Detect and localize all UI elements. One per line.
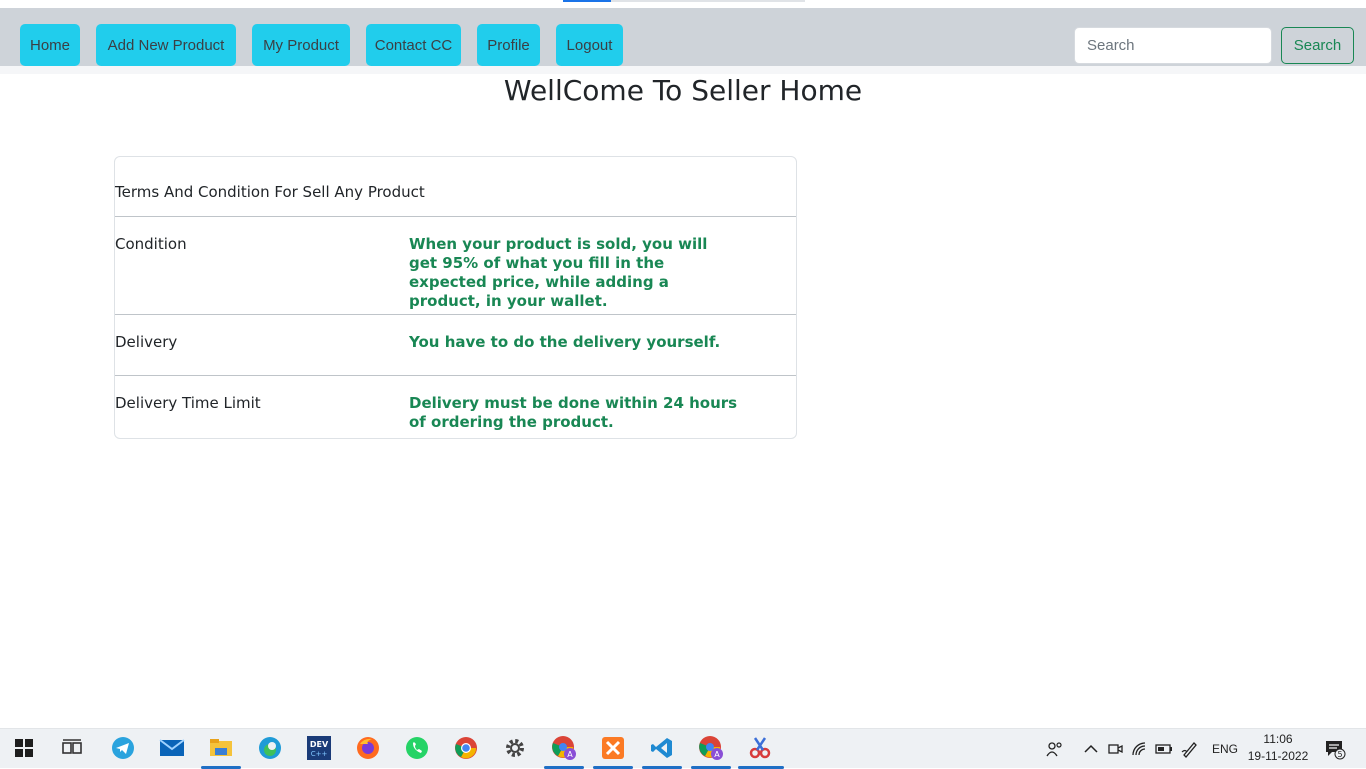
terms-card-header: Terms And Condition For Sell Any Product [115,157,796,217]
terms-row-delivery: Delivery You have to do the delivery you… [115,315,796,376]
navbar-divider [0,66,1366,74]
clock[interactable]: 11:06 19-11-2022 [1246,731,1310,765]
chrome-icon[interactable] [453,735,479,761]
page-title: WellCome To Seller Home [503,74,863,107]
notification-icon[interactable]: 5 [1324,729,1346,769]
svg-text:DEV: DEV [310,740,329,749]
pen-icon[interactable] [1181,729,1199,769]
language-indicator[interactable]: ENG [1212,729,1238,769]
firefox-icon[interactable] [355,735,381,761]
clock-date: 19-11-2022 [1247,749,1309,763]
task-view-icon[interactable] [59,735,85,761]
chrome-profile-2-icon[interactable]: A [698,735,724,761]
row-value: Delivery must be done within 24 hours of… [409,394,738,431]
terms-card: Terms And Condition For Sell Any Product… [114,156,797,439]
nav-home-button[interactable]: Home [20,24,80,66]
telegram-icon[interactable] [110,735,136,761]
whatsapp-icon[interactable] [404,735,430,761]
settings-icon[interactable] [502,735,528,761]
row-label: Condition [115,235,187,253]
meet-now-icon[interactable] [1107,729,1123,769]
nav-my-product-button[interactable]: My Product [252,24,350,66]
terms-row-delivery-time-limit: Delivery Time Limit Delivery must be don… [115,376,796,438]
row-value: You have to do the delivery yourself. [409,333,721,351]
active-tab-indicator [563,0,611,2]
start-icon[interactable] [11,735,37,761]
row-label: Delivery [115,333,178,351]
nav-logout-button[interactable]: Logout [556,24,623,66]
people-icon[interactable] [1046,729,1064,769]
svg-text:C++: C++ [311,750,328,758]
taskbar: DEV C++ A A ENG 11:06 19-11-2022 5 [0,728,1366,769]
search-button[interactable]: Search [1281,27,1354,64]
svg-text:A: A [567,750,573,759]
xampp-icon[interactable] [600,735,626,761]
chevron-up-icon[interactable] [1083,729,1099,769]
tab-indicator [611,0,805,2]
mail-icon[interactable] [159,735,185,761]
terms-card-title: Terms And Condition For Sell Any Product [115,183,425,201]
snipping-tool-icon[interactable] [747,735,773,761]
notification-count: 5 [1337,750,1342,759]
browser-tab-strip [0,0,1366,8]
wifi-icon[interactable] [1131,729,1149,769]
nav-contact-cc-button[interactable]: Contact CC [366,24,461,66]
vscode-icon[interactable] [649,735,675,761]
chrome-profile-icon[interactable]: A [551,735,577,761]
nav-profile-button[interactable]: Profile [477,24,540,66]
svg-text:A: A [714,750,720,759]
file-explorer-icon[interactable] [208,735,234,761]
devc-icon[interactable]: DEV C++ [306,735,332,761]
row-value: When your product is sold, you will get … [409,235,708,310]
search-input[interactable] [1074,27,1272,64]
edge-icon[interactable] [257,735,283,761]
battery-icon[interactable] [1155,729,1173,769]
clock-time: 11:06 [1263,732,1293,746]
row-label: Delivery Time Limit [115,394,261,412]
terms-row-condition: Condition When your product is sold, you… [115,217,796,315]
navbar: Home Add New Product My Product Contact … [0,8,1366,66]
nav-add-new-product-button[interactable]: Add New Product [96,24,236,66]
